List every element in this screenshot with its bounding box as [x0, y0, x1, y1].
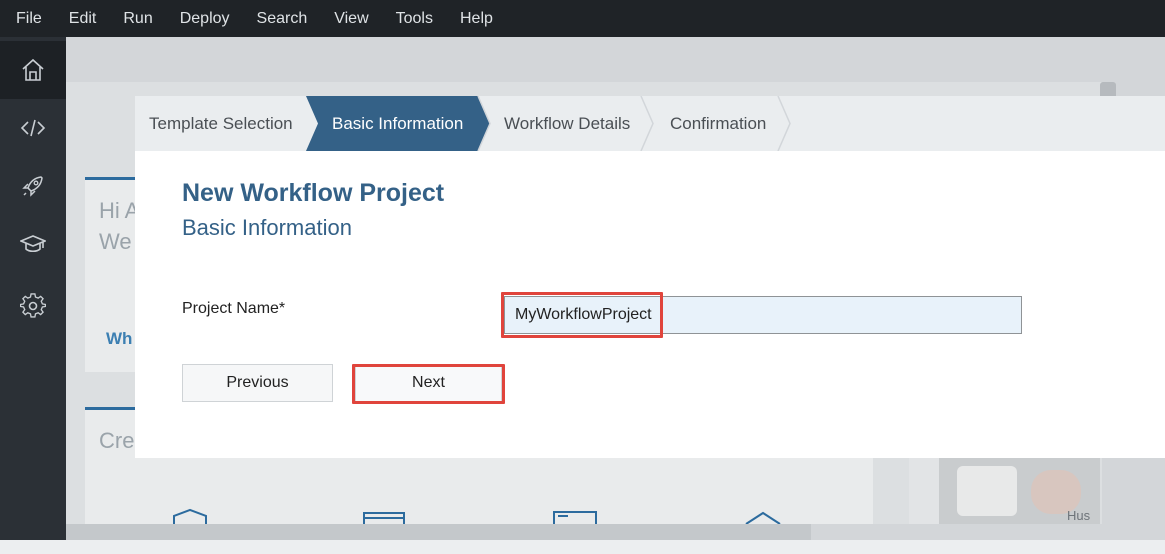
- sidebar-item-home[interactable]: [0, 41, 66, 99]
- dialog-title: New Workflow Project: [182, 179, 445, 207]
- menu-edit[interactable]: Edit: [69, 10, 97, 28]
- menu-search[interactable]: Search: [257, 10, 308, 28]
- menu-file[interactable]: File: [16, 10, 42, 28]
- sidebar-item-settings[interactable]: [0, 277, 66, 335]
- wizard-steps: Template Selection Basic Information Wor…: [135, 96, 1165, 151]
- promo-caption: Hus: [1067, 508, 1091, 523]
- step-template-selection[interactable]: Template Selection: [149, 96, 293, 151]
- sidebar-item-learning[interactable]: [0, 215, 66, 273]
- step-basic-information[interactable]: Basic Information: [332, 96, 463, 151]
- dialog-subtitle: Basic Information: [182, 215, 352, 240]
- step-confirmation[interactable]: Confirmation: [670, 96, 766, 151]
- menu-tools[interactable]: Tools: [396, 10, 433, 28]
- new-project-wizard: Template Selection Basic Information Wor…: [135, 96, 1165, 458]
- sidebar-item-code[interactable]: [0, 99, 66, 157]
- menu-deploy[interactable]: Deploy: [180, 10, 230, 28]
- horizontal-scrollbar-thumb[interactable]: [66, 524, 811, 540]
- menu-bar: File Edit Run Deploy Search View Tools H…: [0, 0, 1165, 37]
- activity-sidebar: [0, 37, 66, 554]
- menu-help[interactable]: Help: [460, 10, 493, 28]
- sidebar-item-deploy[interactable]: [0, 157, 66, 215]
- home-icon: [22, 58, 44, 81]
- promo-image: Hus: [939, 458, 1100, 524]
- greeting-text: Hi A: [99, 198, 140, 223]
- welcome-text: We: [99, 229, 132, 254]
- code-icon: [20, 119, 46, 137]
- step-workflow-details[interactable]: Workflow Details: [504, 96, 630, 151]
- create-heading: Cre: [99, 428, 135, 453]
- rocket-icon: [22, 176, 43, 197]
- graduation-cap-icon: [20, 235, 46, 253]
- next-button[interactable]: Next: [355, 364, 502, 402]
- menu-view[interactable]: View: [334, 10, 368, 28]
- project-name-input[interactable]: [504, 296, 1022, 334]
- gear-icon: [20, 293, 46, 318]
- previous-button[interactable]: Previous: [182, 364, 333, 402]
- menu-run[interactable]: Run: [123, 10, 152, 28]
- project-name-label: Project Name*: [182, 300, 286, 317]
- background-link[interactable]: Wh: [106, 329, 132, 349]
- status-bar: [0, 540, 1165, 554]
